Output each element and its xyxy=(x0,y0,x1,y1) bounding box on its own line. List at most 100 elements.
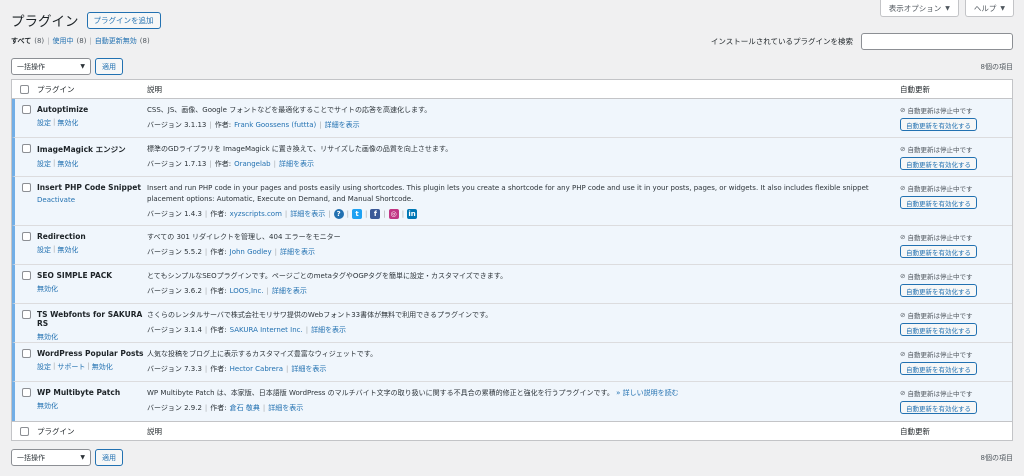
filter-all[interactable]: すべて xyxy=(11,36,31,46)
search-input[interactable] xyxy=(861,33,1013,50)
view-details-link[interactable]: 詳細を表示 xyxy=(279,159,314,169)
plugin-name: SEO SIMPLE PACK xyxy=(37,271,113,280)
enable-auto-update-button[interactable]: 自動更新を有効化する xyxy=(900,157,977,170)
plugin-author-link[interactable]: Frank Goossens (futtta) xyxy=(234,121,316,129)
plugin-author-link[interactable]: Hector Cabrera xyxy=(230,365,283,373)
auto-update-status: ⊘ 自動更新は停止中です xyxy=(900,349,1012,359)
plugin-checkbox[interactable] xyxy=(21,349,31,358)
row-action[interactable]: 無効化 xyxy=(37,401,58,411)
bulk-action-select-bottom[interactable]: 一括操作 ▼ xyxy=(11,449,91,466)
meta-separator: | xyxy=(204,404,208,412)
description-text: さくらのレンタルサーバで株式会社モリサワ提供のWebフォント33書体が無料で利用… xyxy=(147,311,493,319)
plugin-name: ImageMagick エンジン xyxy=(37,145,126,154)
help-circle-icon[interactable]: ? xyxy=(333,209,344,219)
auto-update-status: ⊘ 自動更新は停止中です xyxy=(900,271,1012,281)
auto-update-status: ⊘ 自動更新は停止中です xyxy=(900,310,1012,320)
view-details-link[interactable]: 詳細を表示 xyxy=(280,247,315,257)
plugin-rows: Autoptimize 設定 | 無効化 CSS、JS、画像、Google フォント… xyxy=(12,99,1012,421)
view-details-link[interactable]: 詳細を表示 xyxy=(325,120,360,130)
plugin-author-link[interactable]: xyzscripts.com xyxy=(230,210,282,218)
row-action[interactable]: 設定 xyxy=(37,362,51,372)
chevron-down-icon: ▼ xyxy=(80,63,85,70)
help-button[interactable]: ヘルプ ▼ xyxy=(964,0,1014,17)
auto-update-status-text: 自動更新は停止中です xyxy=(907,312,973,320)
view-details-link[interactable]: 詳細を表示 xyxy=(272,286,307,296)
action-separator: | xyxy=(53,159,56,167)
enable-auto-update-button[interactable]: 自動更新を有効化する xyxy=(900,323,977,336)
plugin-author-link[interactable]: LOOS,Inc. xyxy=(230,287,264,295)
bulk-action-value: 一括操作 xyxy=(17,453,45,462)
table-footer: プラグイン 説明 自動更新 xyxy=(12,421,1012,440)
plugin-author-link[interactable]: 倉石 敬典 xyxy=(230,403,260,413)
plugin-checkbox[interactable] xyxy=(21,232,31,241)
view-details-link[interactable]: 詳細を表示 xyxy=(291,364,326,374)
disabled-icon: ⊘ xyxy=(900,106,906,114)
bulk-action-select[interactable]: 一括操作 ▼ xyxy=(11,58,91,75)
filter-active[interactable]: 使用中 xyxy=(53,36,74,46)
meta-separator: | xyxy=(305,326,309,334)
plugin-checkbox[interactable] xyxy=(21,388,31,397)
linkedin-icon[interactable]: in xyxy=(407,209,418,219)
enable-auto-update-button[interactable]: 自動更新を有効化する xyxy=(900,196,977,209)
meta-separator: | xyxy=(365,210,368,218)
apply-button[interactable]: 適用 xyxy=(95,58,123,75)
plugin-description: すべての 301 リダイレクトを管理し、404 エラーをモニター xyxy=(147,232,890,243)
select-all-checkbox[interactable] xyxy=(20,84,29,94)
enable-auto-update-button[interactable]: 自動更新を有効化する xyxy=(900,118,977,131)
row-action[interactable]: 無効化 xyxy=(57,159,78,169)
enable-auto-update-button[interactable]: 自動更新を有効化する xyxy=(900,284,977,297)
row-action[interactable]: 無効化 xyxy=(92,362,113,372)
auto-update-status-text: 自動更新は停止中です xyxy=(907,185,973,193)
view-details-link[interactable]: 詳細を表示 xyxy=(311,325,346,335)
instagram-icon[interactable]: ◎ xyxy=(388,209,399,219)
select-all-checkbox-footer[interactable] xyxy=(20,426,29,436)
plugin-checkbox[interactable] xyxy=(21,310,31,319)
plugin-version: バージョン 7.3.3 xyxy=(147,365,202,373)
description-text: CSS、JS、画像、Google フォントなどを最適化することでサイトの応答を高… xyxy=(147,106,432,114)
filter-auto-update-disabled[interactable]: 自動更新無効 xyxy=(95,36,137,46)
add-new-plugin-button[interactable]: プラグインを追加 xyxy=(86,11,161,29)
tablenav-top: 一括操作 ▼ 適用 8個の項目 xyxy=(11,58,1013,75)
plugin-author-link[interactable]: John Godley xyxy=(230,248,272,256)
row-action[interactable]: Deactivate xyxy=(37,196,75,204)
plugin-checkbox[interactable] xyxy=(21,271,31,280)
plugin-version: バージョン 3.6.2 xyxy=(147,287,202,295)
description-text: 標準のGDライブラリを ImageMagick に置き換えて、リサイズした画像の… xyxy=(147,145,453,153)
plugin-author-link[interactable]: Orangelab xyxy=(234,160,271,168)
view-details-link[interactable]: 詳細を表示 xyxy=(290,209,325,219)
description-text: WP Multibyte Patch は、本家版、日本語版 WordPress … xyxy=(147,389,614,397)
plugin-checkbox[interactable] xyxy=(21,144,31,153)
row-actions: 設定 | 無効化 xyxy=(37,159,147,169)
description-text: とてもシンプルなSEOプラグインです。ページごとのmetaタグやOGPタグを簡単… xyxy=(147,272,508,280)
bulk-action-value: 一括操作 xyxy=(17,62,45,71)
read-more-link[interactable]: » 詳しい説明を読む xyxy=(616,389,679,397)
view-details-link[interactable]: 詳細を表示 xyxy=(268,403,303,413)
facebook-icon[interactable]: f xyxy=(370,209,381,219)
plugin-checkbox[interactable] xyxy=(21,105,31,114)
twitter-icon[interactable]: t xyxy=(352,209,362,219)
action-separator: | xyxy=(53,118,56,126)
auto-update-status: ⊘ 自動更新は停止中です xyxy=(900,183,1012,193)
row-action[interactable]: サポート xyxy=(57,362,85,372)
description-text: 人気な投稿をブログ上に表示するカスタマイズ豊富なウィジェットです。 xyxy=(147,350,378,358)
row-action[interactable]: 無効化 xyxy=(57,118,78,128)
enable-auto-update-button[interactable]: 自動更新を有効化する xyxy=(900,401,977,414)
row-action[interactable]: 設定 xyxy=(37,245,51,255)
auto-update-status-text: 自動更新は停止中です xyxy=(907,146,973,154)
plugin-checkbox[interactable] xyxy=(21,183,31,192)
enable-auto-update-button[interactable]: 自動更新を有効化する xyxy=(900,245,977,258)
plugin-meta: バージョン 7.3.3 | 作者: Hector Cabrera | 詳細を表示 xyxy=(147,364,890,374)
screen-options-button[interactable]: 表示オプション ▼ xyxy=(879,0,959,17)
plugin-author-link[interactable]: SAKURA Internet Inc. xyxy=(230,326,303,334)
apply-button-bottom[interactable]: 適用 xyxy=(95,449,123,466)
enable-auto-update-button[interactable]: 自動更新を有効化する xyxy=(900,362,977,375)
row-action[interactable]: 設定 xyxy=(37,118,51,128)
row-actions: 無効化 xyxy=(37,284,147,294)
column-plugin: プラグイン xyxy=(37,84,75,94)
row-action[interactable]: 無効化 xyxy=(37,332,58,342)
row-action[interactable]: 無効化 xyxy=(37,284,58,294)
meta-separator: | xyxy=(284,210,288,218)
author-prefix: 作者: xyxy=(210,210,227,218)
row-action[interactable]: 設定 xyxy=(37,159,51,169)
row-action[interactable]: 無効化 xyxy=(57,245,78,255)
